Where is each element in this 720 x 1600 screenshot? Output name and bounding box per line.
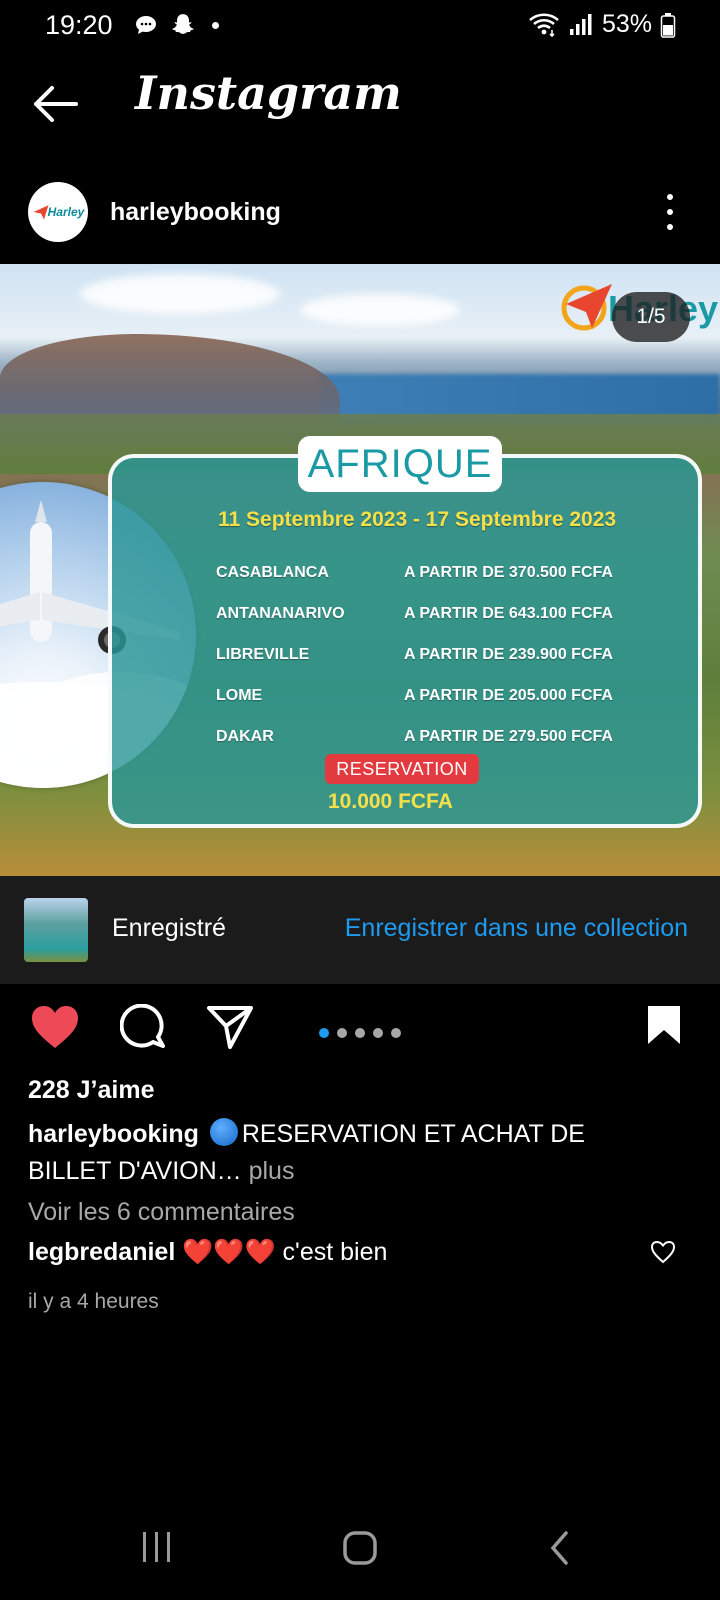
system-back-button[interactable] (548, 1530, 572, 1571)
status-time: 19:20 (45, 10, 113, 40)
chat-bubble-icon (136, 16, 156, 34)
view-comments-link[interactable]: Voir les 6 commentaires (28, 1198, 295, 1227)
post-actions (0, 990, 720, 1070)
destination-row: DAKAR A PARTIR DE 279.500 FCFA (216, 728, 636, 752)
destination-price: A PARTIR DE 205.000 FCFA (404, 687, 613, 704)
comment-hearts: ❤️❤️❤️ (182, 1238, 276, 1266)
comment-like-button[interactable] (650, 1240, 676, 1264)
comment: legbredaniel ❤️❤️❤️ c'est bien (28, 1238, 387, 1267)
carousel-dot (337, 1028, 347, 1038)
caption-more-link[interactable]: plus (242, 1157, 295, 1185)
save-to-collection-link[interactable]: Enregistrer dans une collection (345, 914, 688, 943)
bookmark-filled-icon (648, 1006, 680, 1044)
status-left-icons (134, 12, 219, 38)
post-username[interactable]: harleybooking (110, 198, 281, 227)
promo-heading-box: AFRIQUE (298, 436, 502, 492)
destination-row: LIBREVILLE A PARTIR DE 239.900 FCFA (216, 646, 636, 670)
destination-price: A PARTIR DE 643.100 FCFA (404, 605, 613, 622)
destination-price: A PARTIR DE 239.900 FCFA (404, 646, 613, 663)
destination-city: LOME (216, 687, 263, 704)
more-options-button[interactable] (660, 194, 680, 230)
caption-username[interactable]: harleybooking (28, 1120, 199, 1148)
heart-outline-icon (650, 1240, 676, 1264)
saved-status: Enregistré (112, 914, 226, 942)
more-dot-icon (667, 224, 673, 230)
destination-city: ANTANANARIVO (216, 605, 345, 622)
destination-row: ANTANANARIVO A PARTIR DE 643.100 FCFA (216, 605, 636, 629)
comment-text: c'est bien (275, 1238, 388, 1266)
carousel-dot (355, 1028, 365, 1038)
comment-username[interactable]: legbredaniel (28, 1238, 175, 1266)
cloud-decoration (80, 274, 280, 314)
blue-circle-emoji-icon (209, 1118, 238, 1146)
recent-apps-icon (143, 1532, 170, 1562)
arrow-left-icon (34, 86, 78, 122)
save-button[interactable] (646, 1004, 682, 1051)
status-bar: 19:20 53% (0, 0, 720, 52)
carousel-dot (373, 1028, 383, 1038)
share-button[interactable] (206, 1004, 254, 1055)
reservation-label: RESERVATION (336, 758, 468, 779)
status-right: 53% (528, 10, 676, 39)
destination-city: CASABLANCA (216, 564, 329, 581)
home-button[interactable] (342, 1530, 378, 1571)
battery-percent: 53% (601, 10, 652, 38)
home-icon (343, 1531, 377, 1565)
post-image[interactable]: AFRIQUE 11 Septembre 2023 - 17 Septembre… (0, 264, 720, 876)
heart-filled-icon (32, 1006, 78, 1048)
avatar-brand-text: Harley (47, 205, 85, 219)
back-button[interactable] (30, 82, 80, 126)
post-header: Harley harleybooking (0, 180, 720, 244)
like-button[interactable] (30, 1004, 80, 1055)
destination-price: A PARTIR DE 370.500 FCFA (404, 564, 613, 581)
saved-thumbnail (24, 898, 88, 962)
chevron-left-icon (550, 1531, 568, 1565)
post-time: il y a 4 heures (28, 1290, 159, 1313)
more-dot-icon (667, 209, 673, 215)
promo-dates: 11 Septembre 2023 - 17 Septembre 2023 (218, 508, 617, 531)
notification-dot-icon (212, 21, 219, 29)
post-caption: harleybooking RESERVATION ET ACHAT DE BI… (28, 1116, 668, 1190)
wifi-icon (529, 12, 559, 37)
send-paper-plane-icon (207, 1006, 253, 1049)
battery-icon (660, 12, 676, 38)
cloud-decoration (300, 294, 460, 326)
destination-city: DAKAR (216, 728, 274, 745)
destination-price: A PARTIR DE 279.500 FCFA (404, 728, 613, 745)
carousel-dot-active (319, 1028, 329, 1038)
avatar[interactable]: Harley (28, 182, 88, 242)
carousel-counter: 1/5 (612, 292, 690, 342)
reservation-price: 10.000 FCFA (328, 790, 453, 813)
promo-heading: AFRIQUE (307, 441, 493, 486)
signal-icon (569, 13, 592, 35)
system-nav-bar (0, 1500, 720, 1600)
likes-count[interactable]: 228 J’aime (28, 1076, 155, 1105)
app-header: Instagram (0, 60, 720, 150)
carousel-dot (391, 1028, 401, 1038)
snapchat-icon (172, 14, 194, 34)
destination-row: CASABLANCA A PARTIR DE 370.500 FCFA (216, 564, 636, 588)
carousel-indicator (319, 1028, 401, 1038)
destination-city: LIBREVILLE (216, 646, 310, 663)
comment-bubble-icon (119, 1003, 165, 1048)
app-title: Instagram (135, 66, 402, 120)
recent-apps-button[interactable] (140, 1530, 174, 1569)
reservation-label-box: RESERVATION (325, 754, 479, 784)
more-dot-icon (667, 194, 673, 200)
destination-row: LOME A PARTIR DE 205.000 FCFA (216, 687, 636, 711)
comment-button[interactable] (119, 1003, 168, 1057)
saved-bar: Enregistré Enregistrer dans une collecti… (0, 876, 720, 984)
